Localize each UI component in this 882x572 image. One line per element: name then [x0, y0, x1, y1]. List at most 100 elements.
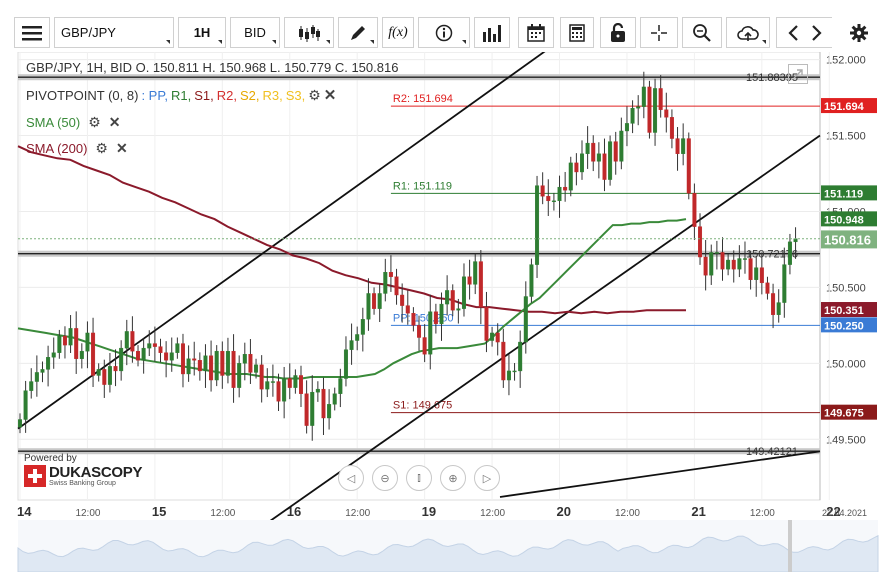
candle-body — [754, 267, 759, 280]
candle-body — [366, 293, 371, 320]
x-tick-label: 19 — [422, 504, 436, 519]
candle-body — [771, 293, 776, 315]
candle-body — [630, 107, 635, 124]
candle-body — [748, 258, 753, 280]
candle-body — [62, 335, 67, 346]
candle-body — [450, 290, 455, 311]
candle-body — [383, 272, 388, 294]
info-button[interactable] — [418, 17, 470, 48]
candle-body — [304, 393, 309, 426]
crosshair-button[interactable] — [640, 17, 678, 48]
export-button[interactable] — [726, 17, 770, 48]
price-tag-text: 149.675 — [824, 408, 864, 420]
x-tick-label: 14 — [17, 504, 32, 519]
candle-body — [698, 226, 703, 258]
candle-body — [18, 419, 23, 428]
dropdown-caret-icon — [218, 40, 222, 44]
candle-body — [433, 311, 438, 325]
symbol-label: GBP/JPY — [61, 25, 116, 40]
candle-body — [417, 325, 422, 338]
candle-body — [529, 264, 534, 297]
candle-body — [765, 282, 770, 294]
timeframe-select[interactable]: 1H — [178, 17, 226, 48]
price-tag-text: 150.351 — [824, 305, 864, 317]
candle-body — [23, 390, 28, 420]
price-chart[interactable]: 152.000151.500151.000150.500150.000149.5… — [0, 52, 882, 572]
candle-body — [787, 241, 792, 265]
candle-body — [686, 138, 691, 194]
hline-label: 151.88395 — [746, 72, 798, 84]
candle-body — [287, 378, 292, 388]
candle-body — [551, 200, 556, 203]
volume-button[interactable] — [474, 17, 510, 48]
price-tag-text: 151.694 — [824, 101, 865, 113]
candle-body — [186, 358, 191, 375]
candle-body — [231, 350, 236, 388]
candle-body — [411, 313, 416, 326]
candle-body — [636, 106, 641, 109]
candle-body — [461, 276, 466, 309]
candle-body — [591, 142, 596, 162]
draw-tool-button[interactable] — [338, 17, 378, 48]
navigator — [17, 520, 879, 572]
candle-body — [192, 358, 197, 361]
candle-body — [506, 370, 511, 381]
candle-body — [495, 332, 500, 343]
candle-body — [349, 340, 354, 350]
candle-body — [107, 366, 112, 385]
chevron-right-icon[interactable] — [805, 24, 827, 42]
candle-body — [164, 352, 169, 361]
price-tag-extra: 150.948 — [821, 211, 877, 227]
zoom-in-button[interactable]: ⊕ — [440, 465, 466, 491]
price-type-select[interactable]: BID — [230, 17, 280, 48]
candle-body — [102, 369, 107, 385]
scroll-right-button[interactable]: ▷ — [474, 465, 500, 491]
lock-icon — [611, 23, 625, 42]
price-tag-R2: 151.694 — [821, 98, 877, 114]
candle-body — [613, 141, 618, 162]
candle-body — [321, 388, 326, 419]
candle-body — [478, 261, 483, 308]
sma200-line — [17, 145, 686, 315]
candle-body — [203, 355, 208, 372]
chart-type-button[interactable] — [284, 17, 334, 48]
candle-body — [596, 153, 601, 162]
candle-body — [535, 185, 540, 265]
menu-button[interactable] — [14, 17, 50, 48]
candle-body — [197, 360, 202, 372]
scroll-left-button[interactable]: ◁ — [338, 465, 364, 491]
settings-button[interactable] — [842, 17, 876, 48]
symbol-select[interactable]: GBP/JPY — [54, 17, 174, 48]
x-tick-label: 12:00 — [480, 508, 505, 519]
candle-body — [709, 252, 714, 276]
x-tick-label: 15 — [152, 504, 166, 519]
candle-body — [456, 308, 461, 311]
candle-body — [574, 162, 579, 173]
calendar-button[interactable] — [518, 17, 554, 48]
candle-body — [124, 331, 129, 349]
candle-body — [557, 186, 562, 202]
candle-body — [405, 305, 410, 314]
y-tick-label: 150.000 — [826, 358, 866, 370]
candle-body — [237, 363, 242, 388]
candle-body — [400, 294, 405, 306]
lock-button[interactable] — [600, 17, 636, 48]
candle-body — [782, 264, 787, 303]
candle-body — [147, 343, 152, 349]
price-tag-text: 150.816 — [824, 232, 871, 247]
candle-body — [585, 142, 590, 154]
calculator-button[interactable] — [560, 17, 594, 48]
zoom-button[interactable] — [682, 17, 722, 48]
indicators-button[interactable]: f(x) — [382, 17, 414, 48]
candle-body — [29, 381, 34, 391]
x-tick-label: 20 — [557, 504, 571, 519]
candle-body — [563, 186, 568, 191]
reset-view-button[interactable]: ⫾ — [406, 465, 432, 491]
pivot-label-R1: R1: 151.119 — [393, 180, 452, 192]
cloud-upload-icon — [737, 25, 759, 41]
zoom-out-button[interactable]: ⊖ — [372, 465, 398, 491]
price-tag-extra: 150.351 — [821, 302, 877, 318]
bars-icon — [483, 24, 501, 42]
candle-body — [641, 86, 646, 107]
chevron-left-icon[interactable] — [783, 24, 805, 42]
